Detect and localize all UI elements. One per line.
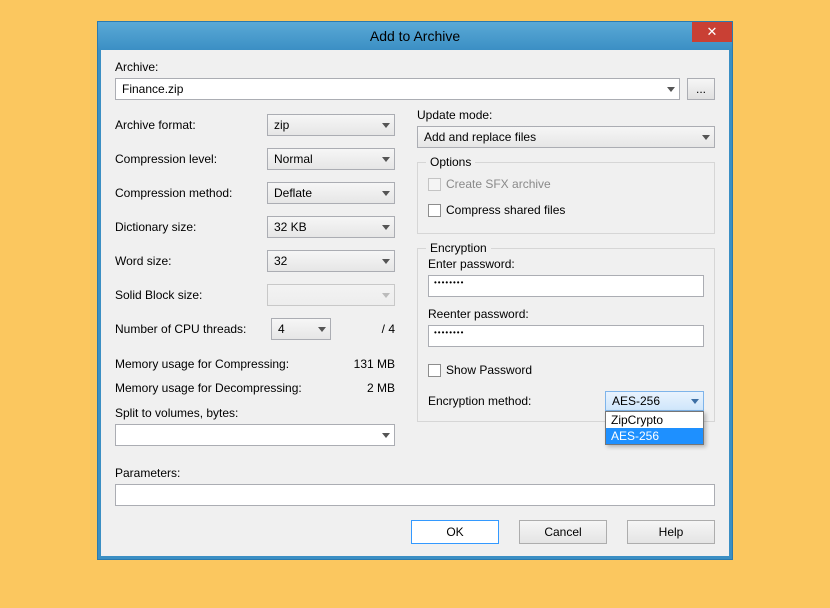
titlebar[interactable]: Add to Archive ✕ bbox=[98, 22, 732, 50]
show-password-checkbox[interactable] bbox=[428, 364, 441, 377]
chevron-down-icon bbox=[382, 293, 390, 298]
help-button[interactable]: Help bbox=[627, 520, 715, 544]
window-title: Add to Archive bbox=[370, 28, 460, 44]
word-label: Word size: bbox=[115, 254, 171, 268]
password-input[interactable]: •••••••• bbox=[428, 275, 704, 297]
sfx-checkbox bbox=[428, 178, 441, 191]
help-label: Help bbox=[659, 525, 684, 539]
button-bar: OK Cancel Help bbox=[115, 520, 715, 544]
show-password-label: Show Password bbox=[446, 363, 532, 377]
threads-select[interactable]: 4 bbox=[271, 318, 331, 340]
browse-dots: ... bbox=[696, 82, 706, 96]
format-label: Archive format: bbox=[115, 118, 196, 132]
right-column: Update mode: Add and replace files Optio… bbox=[417, 108, 715, 446]
encryption-legend: Encryption bbox=[426, 241, 491, 255]
chevron-down-icon bbox=[382, 433, 390, 438]
word-value: 32 bbox=[274, 254, 287, 268]
password-mask: •••••••• bbox=[434, 278, 464, 287]
enc-method-label: Encryption method: bbox=[428, 394, 531, 408]
enc-option-zipcrypto[interactable]: ZipCrypto bbox=[606, 412, 703, 428]
level-value: Normal bbox=[274, 152, 313, 166]
chevron-down-icon bbox=[382, 157, 390, 162]
threads-value: 4 bbox=[278, 322, 285, 336]
split-combo[interactable] bbox=[115, 424, 395, 446]
method-label: Compression method: bbox=[115, 186, 232, 200]
reenter-password-mask: •••••••• bbox=[434, 328, 464, 337]
enter-pw-label: Enter password: bbox=[428, 257, 704, 271]
format-select[interactable]: zip bbox=[267, 114, 395, 136]
update-select[interactable]: Add and replace files bbox=[417, 126, 715, 148]
close-icon: ✕ bbox=[707, 24, 718, 40]
reenter-pw-label: Reenter password: bbox=[428, 307, 704, 321]
enc-method-select[interactable]: AES-256 bbox=[605, 391, 704, 411]
threads-total: / 4 bbox=[339, 322, 395, 336]
shared-checkbox[interactable] bbox=[428, 204, 441, 217]
mem-decomp-label: Memory usage for Decompressing: bbox=[115, 381, 302, 395]
reenter-password-input[interactable]: •••••••• bbox=[428, 325, 704, 347]
browse-button[interactable]: ... bbox=[687, 78, 715, 100]
chevron-down-icon bbox=[382, 259, 390, 264]
dict-select[interactable]: 32 KB bbox=[267, 216, 395, 238]
archive-label: Archive: bbox=[115, 60, 715, 74]
method-select[interactable]: Deflate bbox=[267, 182, 395, 204]
mem-comp-value: 131 MB bbox=[354, 357, 395, 371]
options-group: Options Create SFX archive Compress shar… bbox=[417, 162, 715, 234]
update-value: Add and replace files bbox=[424, 130, 536, 144]
params-input[interactable] bbox=[115, 484, 715, 506]
chevron-down-icon bbox=[382, 225, 390, 230]
level-select[interactable]: Normal bbox=[267, 148, 395, 170]
cancel-button[interactable]: Cancel bbox=[519, 520, 607, 544]
close-button[interactable]: ✕ bbox=[692, 22, 732, 42]
shared-label: Compress shared files bbox=[446, 203, 565, 217]
level-label: Compression level: bbox=[115, 152, 217, 166]
enc-method-dropdown: ZipCrypto AES-256 bbox=[605, 411, 704, 445]
solid-label: Solid Block size: bbox=[115, 288, 202, 302]
solid-select bbox=[267, 284, 395, 306]
chevron-down-icon bbox=[702, 135, 710, 140]
chevron-down-icon bbox=[667, 87, 675, 92]
word-select[interactable]: 32 bbox=[267, 250, 395, 272]
dialog-content: Archive: Finance.zip ... Archive format:… bbox=[98, 50, 732, 559]
mem-comp-label: Memory usage for Compressing: bbox=[115, 357, 289, 371]
chevron-down-icon bbox=[691, 399, 699, 404]
enc-method-value: AES-256 bbox=[612, 394, 660, 408]
left-column: Archive format: zip Compression level: N… bbox=[115, 108, 395, 446]
ok-label: OK bbox=[446, 525, 463, 539]
mem-decomp-value: 2 MB bbox=[367, 381, 395, 395]
options-legend: Options bbox=[426, 155, 475, 169]
threads-label: Number of CPU threads: bbox=[115, 322, 246, 336]
chevron-down-icon bbox=[382, 123, 390, 128]
split-label: Split to volumes, bytes: bbox=[115, 406, 395, 420]
chevron-down-icon bbox=[318, 327, 326, 332]
params-label: Parameters: bbox=[115, 466, 715, 480]
ok-button[interactable]: OK bbox=[411, 520, 499, 544]
chevron-down-icon bbox=[382, 191, 390, 196]
enc-option-aes256[interactable]: AES-256 bbox=[606, 428, 703, 444]
sfx-label: Create SFX archive bbox=[446, 177, 551, 191]
update-label: Update mode: bbox=[417, 108, 715, 122]
archive-combo[interactable]: Finance.zip bbox=[115, 78, 680, 100]
encryption-group: Encryption Enter password: •••••••• Reen… bbox=[417, 248, 715, 422]
method-value: Deflate bbox=[274, 186, 312, 200]
cancel-label: Cancel bbox=[544, 525, 581, 539]
dict-label: Dictionary size: bbox=[115, 220, 196, 234]
archive-value: Finance.zip bbox=[122, 82, 183, 96]
format-value: zip bbox=[274, 118, 289, 132]
dict-value: 32 KB bbox=[274, 220, 307, 234]
dialog-window: Add to Archive ✕ Archive: Finance.zip ..… bbox=[97, 21, 733, 560]
